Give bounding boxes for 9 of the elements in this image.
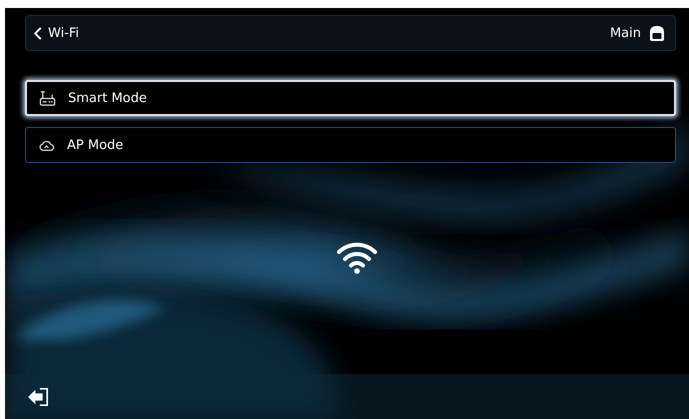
wifi-icon xyxy=(336,240,376,274)
home-icon xyxy=(647,23,667,43)
mode-item[interactable]: Smart Mode xyxy=(25,80,676,116)
back-button[interactable]: Wi-Fi xyxy=(34,26,80,40)
router-icon xyxy=(39,90,56,106)
main-button[interactable]: Main xyxy=(610,23,667,43)
mode-item[interactable]: AP Mode xyxy=(25,127,676,163)
chevron-left-icon xyxy=(34,26,42,40)
exit-icon[interactable] xyxy=(27,387,51,407)
